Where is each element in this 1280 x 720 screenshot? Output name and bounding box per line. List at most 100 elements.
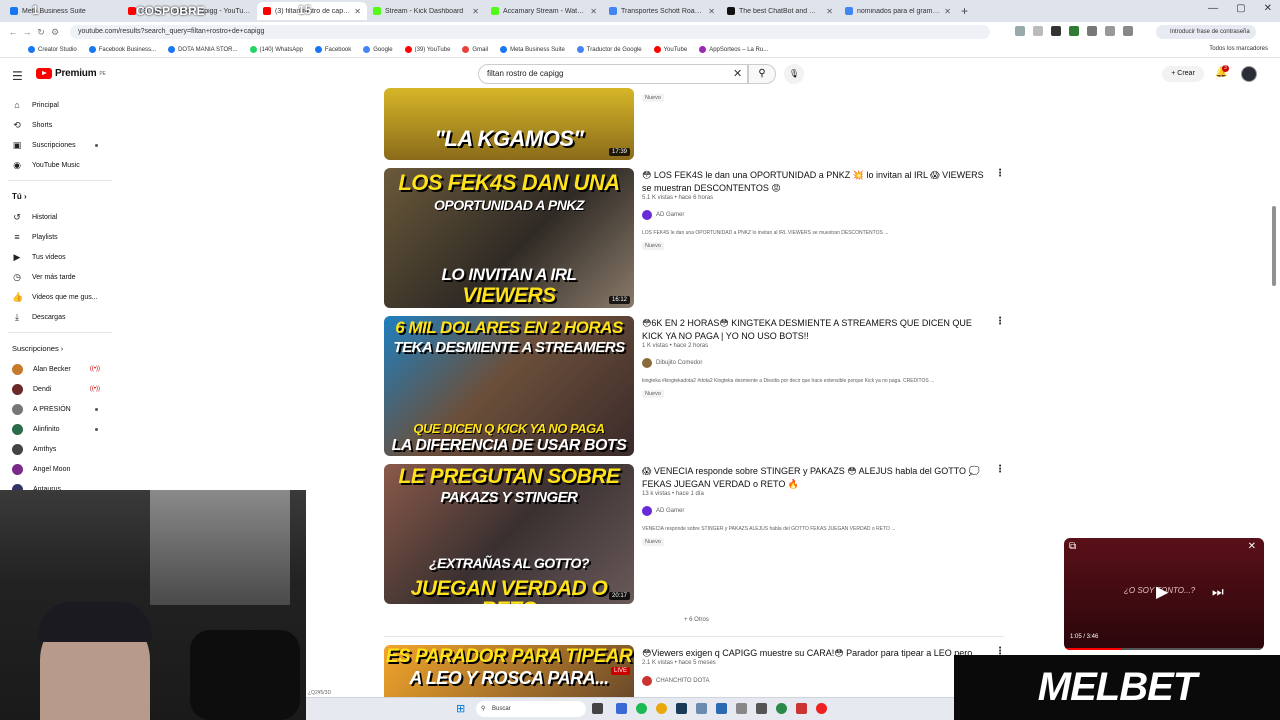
subscription-item[interactable]: Alinfinito (12, 422, 112, 436)
new-tab-icon[interactable]: + (961, 4, 968, 18)
maximize-icon[interactable]: ▢ (1236, 3, 1245, 14)
video-title[interactable]: 😱 VENECIA responde sobre STINGER y PAKAZ… (642, 465, 987, 490)
scrollbar[interactable] (1272, 206, 1276, 286)
section-title-you[interactable]: Tú › (12, 192, 27, 201)
browser-tab[interactable]: The best ChatBot and Widgets ✕ (721, 2, 839, 20)
video-thumbnail[interactable]: LE PREGUTAN SOBRE PAKAZS Y STINGER ¿EXTR… (384, 464, 634, 604)
sidebar-item-playlists[interactable]: ≡ Playlists (12, 230, 112, 244)
back-icon[interactable]: ← (6, 27, 20, 37)
reload-icon[interactable]: ↻ (34, 27, 48, 38)
app-icon[interactable] (756, 703, 767, 714)
bookmark[interactable]: (140) WhatsApp (249, 46, 303, 53)
subscription-item[interactable]: A PRESIÓN (12, 402, 112, 416)
channel-link[interactable]: AD Gamer (642, 210, 684, 220)
close-icon[interactable]: ✕ (708, 7, 715, 16)
create-button[interactable]: + Crear (1162, 66, 1204, 82)
bookmark[interactable]: Google (363, 46, 393, 53)
clear-search-icon[interactable]: ✕ (733, 67, 742, 80)
extension-icon[interactable] (1069, 26, 1079, 36)
sidebar-item-watch-later[interactable]: ◷ Ver más tarde (12, 270, 112, 284)
app-icon[interactable] (696, 703, 707, 714)
close-icon[interactable]: ✕ (354, 7, 361, 16)
task-view-icon[interactable] (592, 703, 603, 714)
browser-tab[interactable]: Meta Business Suite (4, 2, 122, 20)
bookmark[interactable]: Facebook (314, 46, 351, 53)
sidebar-item-shorts[interactable]: ⟲ Shorts (12, 118, 112, 132)
subscription-item[interactable]: Angel Moon (12, 462, 112, 476)
close-icon[interactable]: ✕ (826, 7, 833, 16)
url-field[interactable]: youtube.com/results?search_query=filtan+… (70, 25, 990, 39)
close-window-icon[interactable]: ✕ (1264, 3, 1272, 14)
sidebar-item-liked-videos[interactable]: 👍 Videos que me gus... (12, 290, 112, 304)
video-thumbnail[interactable]: ES PARADOR PARA TIPEAR A LEO Y ROSCA PAR… (384, 645, 634, 697)
bookmark[interactable]: Creator Studio (28, 46, 77, 53)
windows-start-icon[interactable]: ⊞ (456, 702, 465, 715)
close-icon[interactable]: ✕ (590, 7, 597, 16)
youtube-logo[interactable]: Premium PE (36, 68, 106, 79)
close-icon[interactable]: ✕ (1248, 541, 1256, 552)
bookmark[interactable]: Facebook Business... (88, 46, 156, 53)
channel-link[interactable]: Dibujito Comedor (642, 358, 702, 368)
sidebar-item-home[interactable]: ⌂ Principal (12, 98, 112, 112)
close-icon[interactable]: ✕ (472, 7, 479, 16)
show-more-link[interactable]: + 6 Otros (684, 617, 709, 623)
video-title[interactable]: 😳Viewers exigen q CAPIGG muestre su CARA… (642, 647, 987, 660)
bookmark-star-icon[interactable] (1033, 26, 1043, 36)
extension-icon[interactable] (1087, 26, 1097, 36)
app-icon[interactable] (676, 703, 687, 714)
video-title[interactable]: 😳6K EN 2 HORAS😳 KINGTEKA DESMIENTE A STR… (642, 317, 987, 342)
app-icon[interactable] (616, 703, 627, 714)
bookmark[interactable]: AppSorteos – La Ru... (699, 46, 768, 53)
voice-search-button[interactable]: 🎙 (784, 64, 804, 84)
next-icon[interactable]: ⏭ (1212, 584, 1224, 600)
chrome-icon[interactable] (656, 703, 667, 714)
app-icon[interactable] (796, 703, 807, 714)
channel-link[interactable]: AD Gamer (642, 506, 684, 516)
sidebar-item-subscriptions[interactable]: ▣ Suscripciones (12, 138, 112, 152)
extension-icon[interactable] (1105, 26, 1115, 36)
install-app-icon[interactable] (1015, 26, 1025, 36)
forward-icon[interactable]: → (20, 27, 34, 37)
more-options-icon[interactable]: ⋮ (995, 316, 1005, 327)
site-info-icon[interactable]: ⚙ (48, 27, 62, 38)
password-prompt-button[interactable]: Introducir frase de contraseña (1156, 25, 1256, 39)
puzzle-icon[interactable] (1123, 26, 1133, 36)
bookmark[interactable]: (39) YouTube (404, 46, 450, 53)
channel-link[interactable]: CHANCHITO DOTA (642, 676, 709, 686)
browser-tab-active[interactable]: (3) filtan rostro de capigg - YouTube ✕ (257, 2, 367, 20)
app-icon[interactable] (776, 703, 787, 714)
menu-icon[interactable]: ☰ (12, 69, 23, 83)
more-options-icon[interactable]: ⋮ (995, 464, 1005, 475)
all-bookmarks-link[interactable]: Todos los marcadores (1209, 46, 1268, 52)
browser-tab[interactable]: nominados para el grammy 20✕ (839, 2, 957, 20)
extension-icon[interactable] (1051, 26, 1061, 36)
sidebar-item-your-videos[interactable]: ▶ Tus videos (12, 250, 112, 264)
progress-bar[interactable] (1064, 648, 1264, 650)
browser-tab[interactable]: Stream - Kick Dashboard ✕ (367, 2, 485, 20)
bookmark[interactable]: YouTube (653, 46, 687, 53)
avatar[interactable] (1241, 66, 1257, 82)
search-button[interactable]: ⚲ (748, 64, 776, 84)
opera-icon[interactable] (816, 703, 827, 714)
app-icon[interactable] (716, 703, 727, 714)
app-icon[interactable] (636, 703, 647, 714)
browser-tab[interactable]: Accamary Stream - Watch Live ✕ (485, 2, 603, 20)
subscription-item[interactable]: Amthys (12, 442, 112, 456)
video-title[interactable]: 😳 LOS FEK4S le dan una OPORTUNIDAD a PNK… (642, 169, 987, 194)
bookmark[interactable]: DOTA MANIA STOR... (168, 46, 238, 53)
bookmark[interactable]: Traductor de Google (576, 46, 642, 53)
more-options-icon[interactable]: ⋮ (995, 168, 1005, 179)
subscription-item[interactable]: Dendi ((•)) (12, 382, 112, 396)
miniplayer[interactable]: ⧉ ✕ ¿O SOY TONTO...? ▶ ⏭ 1:05 / 3:46 (1064, 538, 1264, 650)
expand-icon[interactable]: ⧉ (1069, 541, 1076, 552)
bookmark[interactable]: Meta Business Suite (500, 46, 565, 53)
sidebar-item-youtube-music[interactable]: ◉ YouTube Music (12, 158, 112, 172)
taskbar-search[interactable]: ⚲ Buscar (476, 701, 586, 717)
minimize-icon[interactable]: — (1208, 3, 1218, 14)
close-icon[interactable]: ✕ (944, 7, 951, 16)
sidebar-item-downloads[interactable]: ⤓ Descargas (12, 310, 112, 324)
subscription-item[interactable]: Alan Becker ((•)) (12, 362, 112, 376)
bookmark[interactable]: Gmail (462, 46, 488, 53)
sidebar-item-history[interactable]: ↺ Historial (12, 210, 112, 224)
section-title-subscriptions[interactable]: Suscripciones › (12, 344, 63, 353)
